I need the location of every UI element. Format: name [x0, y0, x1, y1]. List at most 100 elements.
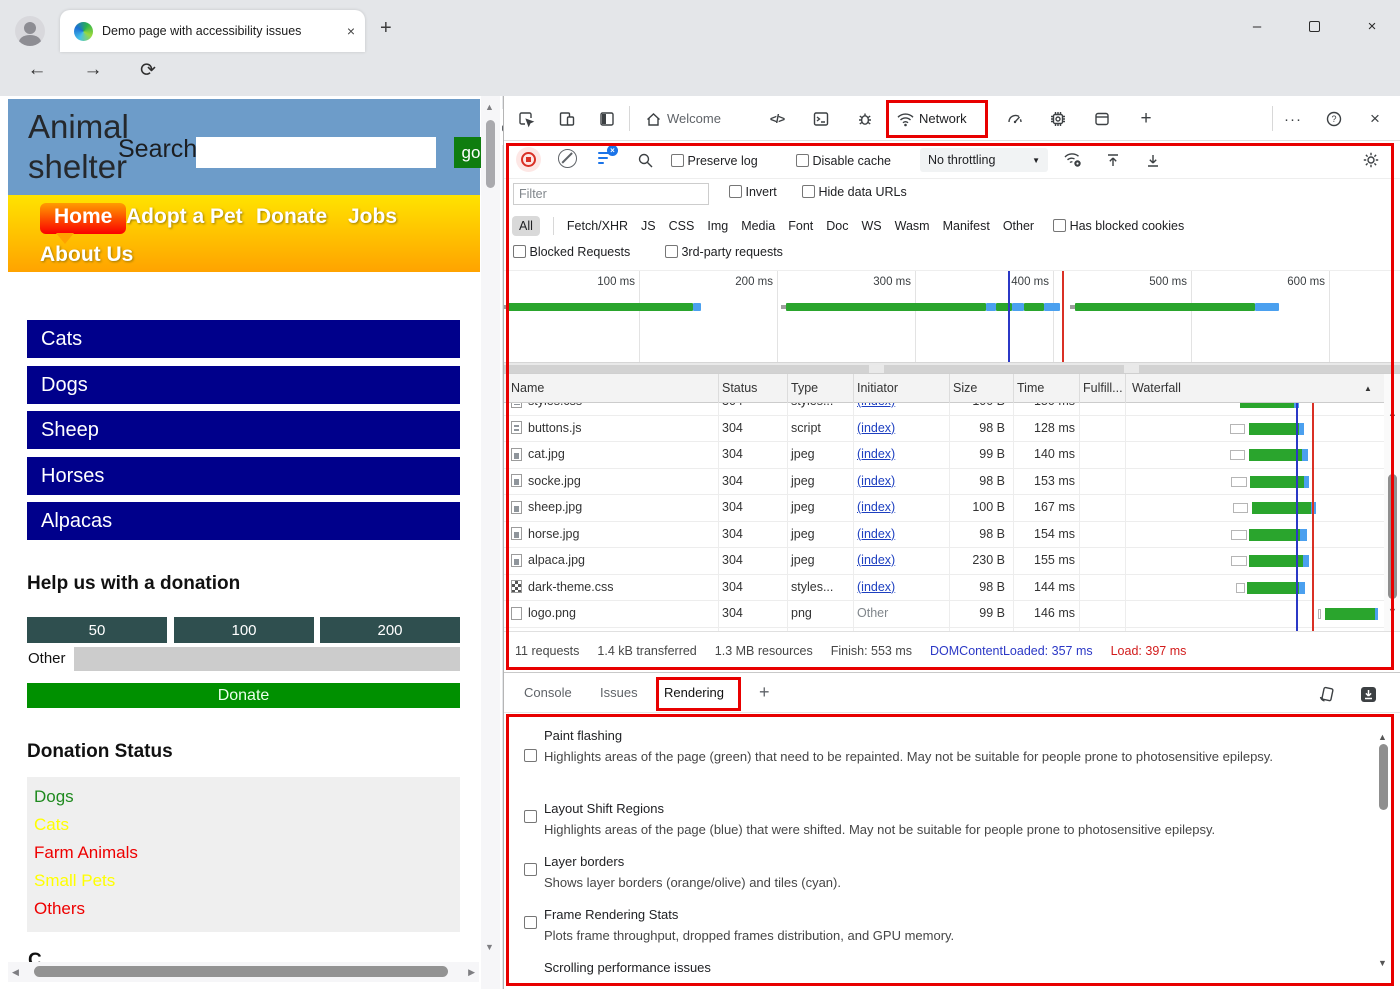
- profile-avatar[interactable]: [15, 16, 45, 46]
- export-har-icon[interactable]: [1142, 149, 1164, 171]
- nav-home[interactable]: Home: [40, 203, 126, 234]
- more-tabs-button[interactable]: +: [1135, 108, 1157, 130]
- donate-button[interactable]: Donate: [27, 683, 460, 708]
- memory-tab-icon[interactable]: [1047, 108, 1069, 130]
- scroll-down-icon[interactable]: ▼: [1378, 958, 1387, 968]
- welcome-tab-icon[interactable]: [642, 108, 664, 130]
- device-emulation-icon[interactable]: [556, 108, 578, 130]
- hide-drawer-button[interactable]: [1357, 683, 1379, 705]
- tab-network[interactable]: Network: [919, 111, 967, 126]
- type-filter[interactable]: Fetch/XHR: [567, 219, 628, 233]
- layer-borders-checkbox[interactable]: [524, 863, 537, 876]
- scroll-thumb[interactable]: [1379, 744, 1388, 810]
- scroll-thumb[interactable]: [1388, 474, 1397, 599]
- throttling-select[interactable]: No throttling▼: [920, 148, 1048, 172]
- close-devtools-button[interactable]: ×: [1364, 108, 1386, 130]
- filter-toggle-icon[interactable]: ×: [596, 149, 618, 169]
- initiator-link[interactable]: (index): [857, 553, 895, 567]
- tab-issues[interactable]: Issues: [600, 685, 638, 700]
- elements-tab-icon[interactable]: </>: [766, 108, 788, 130]
- initiator-link[interactable]: (index): [857, 403, 895, 408]
- drawer-layout-icon[interactable]: [1316, 683, 1338, 705]
- type-filter[interactable]: Other: [1003, 219, 1034, 233]
- application-tab-icon[interactable]: [1091, 108, 1113, 130]
- request-row[interactable]: styles.css 304 styles... (index) 100 B 1…: [504, 403, 1384, 416]
- devtools-menu-button[interactable]: ···: [1282, 108, 1304, 130]
- column-time[interactable]: Time: [1017, 381, 1044, 395]
- browser-tab[interactable]: Demo page with accessibility issues ×: [60, 10, 365, 52]
- scroll-thumb[interactable]: [486, 120, 495, 188]
- column-size[interactable]: Size: [953, 381, 977, 395]
- third-party-requests-checkbox[interactable]: 3rd-party requests: [665, 245, 783, 259]
- scroll-down-icon[interactable]: ▼: [1388, 606, 1397, 616]
- column-waterfall[interactable]: Waterfall: [1132, 381, 1181, 395]
- nav-jobs[interactable]: Jobs: [348, 205, 397, 229]
- add-drawer-tab-button[interactable]: +: [759, 682, 770, 703]
- sort-direction-icon[interactable]: ▲: [1364, 384, 1372, 393]
- type-filter[interactable]: Img: [707, 219, 728, 233]
- column-fulfilled[interactable]: Fulfill...: [1083, 381, 1123, 395]
- maximize-button[interactable]: [1305, 19, 1323, 36]
- back-button[interactable]: ←: [22, 59, 52, 81]
- nav-adopt[interactable]: Adopt a Pet: [126, 205, 243, 229]
- tab-rendering[interactable]: Rendering: [664, 685, 724, 700]
- amount-200-button[interactable]: 200: [320, 617, 460, 643]
- type-filter[interactable]: WS: [861, 219, 881, 233]
- has-blocked-cookies-checkbox[interactable]: Has blocked cookies: [1053, 219, 1184, 233]
- focus-mode-icon[interactable]: [596, 108, 618, 130]
- hide-data-urls-checkbox[interactable]: Hide data URLs: [802, 185, 907, 199]
- initiator-link[interactable]: (index): [857, 447, 895, 461]
- scroll-down-icon[interactable]: ▼: [485, 942, 494, 952]
- initiator-link[interactable]: (index): [857, 474, 895, 488]
- network-settings-gear-icon[interactable]: [1360, 149, 1382, 171]
- checkbox[interactable]: [513, 245, 526, 258]
- scroll-up-icon[interactable]: ▲: [1378, 732, 1387, 742]
- type-filter[interactable]: Doc: [826, 219, 848, 233]
- initiator-link[interactable]: (index): [857, 421, 895, 435]
- type-filter[interactable]: Media: [741, 219, 775, 233]
- scroll-right-icon[interactable]: ▶: [468, 967, 475, 978]
- column-type[interactable]: Type: [791, 381, 818, 395]
- scroll-up-icon[interactable]: ▲: [485, 102, 494, 112]
- sheep-button[interactable]: Sheep: [27, 411, 460, 449]
- request-row[interactable]: alpaca.jpg 304 jpeg (index) 230 B 155 ms: [504, 548, 1384, 575]
- tab-console[interactable]: Console: [524, 685, 572, 700]
- performance-tab-icon[interactable]: [1004, 108, 1026, 130]
- alpacas-button[interactable]: Alpacas: [27, 502, 460, 540]
- request-row[interactable]: horse.jpg 304 jpeg (index) 98 B 154 ms: [504, 522, 1384, 549]
- initiator-link[interactable]: (index): [857, 500, 895, 514]
- type-filter[interactable]: CSS: [669, 219, 695, 233]
- initiator-link[interactable]: (index): [857, 527, 895, 541]
- help-button[interactable]: ?: [1323, 108, 1345, 130]
- amount-50-button[interactable]: 50: [27, 617, 167, 643]
- request-row[interactable]: sheep.jpg 304 jpeg (index) 100 B 167 ms: [504, 495, 1384, 522]
- request-row[interactable]: dark-theme.css 304 styles... (index) 98 …: [504, 575, 1384, 602]
- frame-rendering-stats-checkbox[interactable]: [524, 916, 537, 929]
- refresh-button[interactable]: ⟳: [133, 59, 163, 82]
- request-row[interactable]: buttons.js 304 script (index) 98 B 128 m…: [504, 416, 1384, 443]
- request-row[interactable]: socke.jpg 304 jpeg (index) 98 B 153 ms: [504, 469, 1384, 496]
- checkbox[interactable]: [671, 154, 684, 167]
- page-horizontal-scrollbar[interactable]: ◀ ▶: [8, 962, 479, 982]
- network-tab-icon[interactable]: [894, 108, 916, 130]
- record-network-log-button[interactable]: [516, 147, 541, 172]
- initiator-link[interactable]: (index): [857, 580, 895, 594]
- request-row[interactable]: cat.jpg 304 jpeg (index) 99 B 140 ms: [504, 442, 1384, 469]
- nav-about[interactable]: About Us: [40, 243, 133, 267]
- paint-flashing-checkbox[interactable]: [524, 749, 537, 762]
- type-filter[interactable]: Manifest: [943, 219, 990, 233]
- type-filter-all[interactable]: All: [512, 216, 540, 236]
- timeline-scroll-strip[interactable]: [504, 362, 1400, 374]
- disable-cache-checkbox[interactable]: Disable cache: [796, 154, 891, 168]
- console-tab-icon[interactable]: [810, 108, 832, 130]
- page-vertical-scrollbar[interactable]: ▲ ▼: [481, 96, 500, 989]
- forward-button[interactable]: →: [78, 59, 108, 81]
- clear-network-log-button[interactable]: [558, 149, 577, 168]
- checkbox[interactable]: [796, 154, 809, 167]
- inspect-element-icon[interactable]: [515, 108, 537, 130]
- horses-button[interactable]: Horses: [27, 457, 460, 495]
- tab-welcome[interactable]: Welcome: [667, 111, 721, 126]
- column-status[interactable]: Status: [722, 381, 757, 395]
- checkbox[interactable]: [1053, 219, 1066, 232]
- search-input[interactable]: [196, 137, 436, 168]
